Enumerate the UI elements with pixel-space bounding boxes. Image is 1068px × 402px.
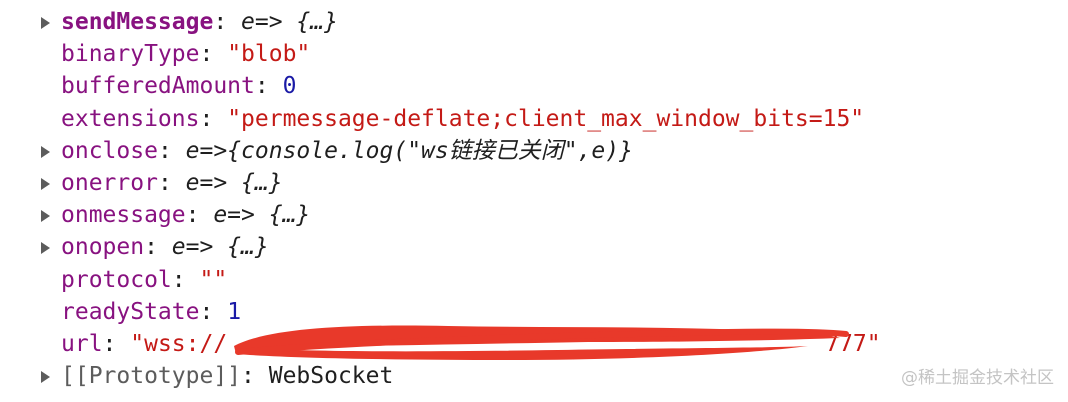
- property-value: e=> {…}: [213, 202, 311, 229]
- property-value-tail: 777": [825, 330, 881, 357]
- property-row-sendmessage[interactable]: sendMessage: e=> {…}: [0, 6, 1068, 38]
- property-separator: :: [185, 202, 214, 229]
- property-key: onerror: [61, 169, 158, 196]
- property-separator: :: [199, 105, 228, 132]
- property-separator: :: [102, 330, 131, 357]
- property-separator: :: [157, 137, 186, 164]
- property-value: "wss://: [130, 330, 228, 357]
- property-row-onerror[interactable]: onerror: e=> {…}: [0, 167, 1068, 199]
- property-row-binarytype: binaryType: "blob": [0, 38, 1068, 70]
- property-value: e=> {…}: [171, 234, 269, 261]
- property-separator: :: [144, 234, 172, 261]
- expand-arrow-icon[interactable]: [41, 371, 50, 384]
- property-key: binaryType: [61, 41, 200, 68]
- property-separator: :: [199, 41, 228, 68]
- property-row-onmessage[interactable]: onmessage: e=> {…}: [0, 199, 1068, 231]
- expand-arrow-icon[interactable]: [41, 17, 50, 29]
- property-row-url: url: "wss:// 777": [0, 328, 1068, 360]
- property-row-protocol: protocol: "": [0, 264, 1068, 296]
- property-separator: :: [254, 73, 283, 100]
- property-separator: :: [241, 363, 269, 390]
- property-separator: :: [171, 266, 200, 293]
- expand-arrow-icon[interactable]: [41, 177, 50, 190]
- property-key: protocol: [61, 266, 172, 293]
- property-key: onclose: [61, 137, 158, 164]
- property-separator: :: [199, 298, 228, 325]
- property-value: "": [199, 266, 228, 293]
- property-key: onmessage: [61, 202, 186, 229]
- property-key: readyState: [61, 298, 200, 325]
- property-separator: :: [157, 169, 186, 196]
- property-value: "blob": [227, 41, 311, 68]
- property-value: e=> {…}: [185, 169, 283, 196]
- object-property-list: sendMessage: e=> {…} binaryType: "blob" …: [0, 6, 1068, 392]
- property-key: onopen: [61, 234, 145, 261]
- property-row-onclose[interactable]: onclose: e=>{console.log("ws链接已关闭",e)}: [0, 135, 1068, 167]
- property-row-extensions: extensions: "permessage-deflate;client_m…: [0, 103, 1068, 135]
- property-value: 1: [227, 298, 242, 325]
- expand-arrow-icon[interactable]: [41, 210, 50, 223]
- expand-arrow-icon[interactable]: [41, 242, 50, 255]
- property-row-onopen[interactable]: onopen: e=> {…}: [0, 231, 1068, 263]
- property-key: sendMessage: [61, 9, 214, 35]
- watermark-text: @稀土掘金技术社区: [901, 368, 1054, 388]
- property-row-bufferedamount: bufferedAmount: 0: [0, 70, 1068, 102]
- property-key: bufferedAmount: [61, 73, 255, 100]
- property-key: url: [61, 330, 103, 357]
- property-value: "permessage-deflate;client_max_window_bi…: [227, 105, 865, 132]
- property-separator: :: [213, 9, 242, 35]
- property-key: extensions: [61, 105, 200, 132]
- expand-arrow-icon[interactable]: [41, 145, 50, 158]
- property-row-readystate: readyState: 1: [0, 296, 1068, 328]
- property-value: e=> {…}: [241, 9, 338, 35]
- property-value: WebSocket: [268, 363, 394, 390]
- property-key: [[Prototype]]: [61, 363, 242, 390]
- property-value: 0: [282, 73, 297, 100]
- property-value: e=>{console.log("ws链接已关闭",e)}: [185, 137, 633, 164]
